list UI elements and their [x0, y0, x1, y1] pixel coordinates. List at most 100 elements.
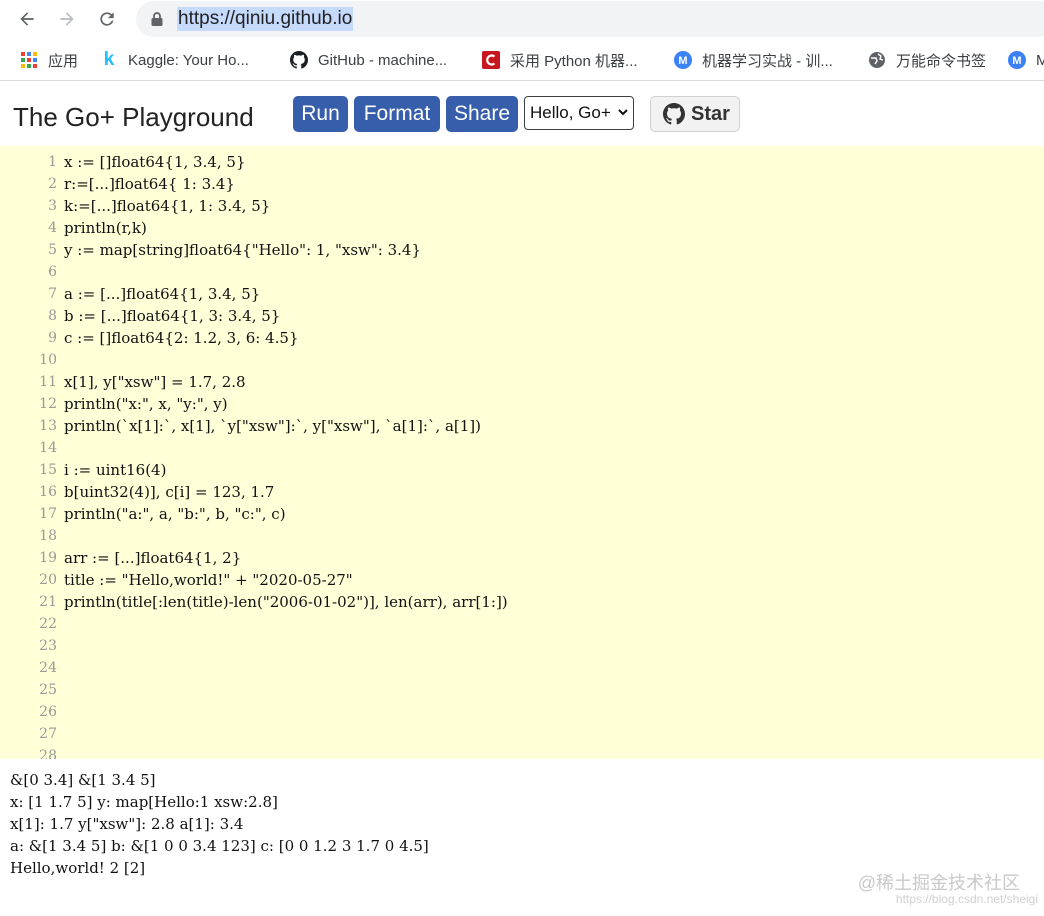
code-line[interactable]: 23: [0, 635, 1044, 657]
example-select[interactable]: Hello, Go+: [524, 96, 634, 130]
code-line[interactable]: 8 b := [...]float64{1, 3: 3.4, 5}: [0, 305, 1044, 327]
code-line[interactable]: 26: [0, 701, 1044, 723]
code-text[interactable]: println(title[:len(title)-len("2006-01-0…: [64, 591, 508, 613]
code-line[interactable]: 17 println("a:", a, "b:", b, "c:", c): [0, 503, 1044, 525]
format-button[interactable]: Format: [354, 96, 440, 132]
bookmark-label: Kaggle: Your Ho...: [128, 51, 249, 69]
code-text[interactable]: println(r,k): [64, 217, 147, 239]
code-line[interactable]: 5 y := map[string]float64{"Hello": 1, "xs…: [0, 239, 1044, 261]
output-line: a: &[1 3.4 5] b: &[1 0 0 3.4 123] c: [0 …: [10, 837, 429, 855]
code-line[interactable]: 9 c := []float64{2: 1.2, 3, 6: 4.5}: [0, 327, 1044, 349]
code-line[interactable]: 3 k:=[...]float64{1, 1: 3.4, 5}: [0, 195, 1044, 217]
code-text[interactable]: b[uint32(4)], c[i] = 123, 1.7: [64, 481, 274, 503]
code-text[interactable]: r:=[...]float64{ 1: 3.4}: [64, 173, 235, 195]
line-number: 13: [39, 418, 57, 434]
apps-grid-icon: [20, 51, 38, 69]
code-text[interactable]: y := map[string]float64{"Hello": 1, "xsw…: [64, 239, 421, 261]
code-text[interactable]: println("x:", x, "y:", y): [64, 393, 228, 415]
line-number: 26: [39, 704, 57, 720]
code-line[interactable]: 12 println("x:", x, "y:", y): [0, 393, 1044, 415]
code-text[interactable]: k:=[...]float64{1, 1: 3.4, 5}: [64, 195, 270, 217]
code-line[interactable]: 21 println(title[:len(title)-len("2006-01…: [0, 591, 1044, 613]
code-line[interactable]: 24: [0, 657, 1044, 679]
reload-button[interactable]: [94, 6, 120, 32]
bookmark-apps[interactable]: 应用: [20, 49, 78, 71]
code-line[interactable]: 22: [0, 613, 1044, 635]
code-line[interactable]: 6: [0, 261, 1044, 283]
code-text[interactable]: a := [...]float64{1, 3.4, 5}: [64, 283, 260, 305]
output-panel: @稀土掘金技术社区 https://blog.csdn.net/sheigi &…: [0, 759, 1044, 916]
line-number: 8: [48, 308, 57, 324]
github-icon: [663, 103, 685, 125]
code-text[interactable]: b := [...]float64{1, 3: 3.4, 5}: [64, 305, 280, 327]
line-number: 11: [39, 374, 57, 390]
code-text[interactable]: arr := [...]float64{1, 2}: [64, 547, 241, 569]
code-line[interactable]: 11 x[1], y["xsw"] = 1.7, 2.8: [0, 371, 1044, 393]
page-title: The Go+ Playground: [13, 102, 254, 132]
line-number: 2: [48, 176, 57, 192]
output-line: x: [1 1.7 5] y: map[Hello:1 xsw:2.8]: [10, 793, 278, 811]
code-line[interactable]: 7 a := [...]float64{1, 3.4, 5}: [0, 283, 1044, 305]
reload-icon: [100, 12, 114, 26]
code-line[interactable]: 25: [0, 679, 1044, 701]
code-text[interactable]: x[1], y["xsw"] = 1.7, 2.8: [64, 371, 246, 393]
line-number: 21: [39, 594, 57, 610]
code-line[interactable]: 18: [0, 525, 1044, 547]
code-line[interactable]: 13 println(`x[1]:`, x[1], `y["xsw"]:`, y[…: [0, 415, 1044, 437]
url-text[interactable]: https://qiniu.github.io: [177, 7, 354, 31]
code-editor[interactable]: 1 x := []float64{1, 3.4, 5} 2 r:=[...]float…: [0, 146, 1044, 759]
line-number: 5: [48, 242, 57, 258]
bookmark-csdn[interactable]: 采用 Python 机器...: [482, 49, 638, 71]
line-number: 22: [39, 616, 57, 632]
forward-arrow-icon: [60, 12, 74, 26]
code-line[interactable]: 14: [0, 437, 1044, 459]
back-arrow-icon: [20, 12, 34, 26]
globe-icon: [868, 51, 886, 69]
code-line[interactable]: 10: [0, 349, 1044, 371]
run-button[interactable]: Run: [293, 96, 348, 132]
code-line[interactable]: 2 r:=[...]float64{ 1: 3.4}: [0, 173, 1044, 195]
back-button[interactable]: [14, 6, 40, 32]
line-number: 15: [39, 462, 57, 478]
address-bar[interactable]: https://qiniu.github.io: [136, 1, 1044, 37]
line-number: 23: [39, 638, 57, 654]
code-text[interactable]: println(`x[1]:`, x[1], `y["xsw"]:`, y["x…: [64, 415, 481, 437]
code-line[interactable]: 27: [0, 723, 1044, 745]
code-text[interactable]: println("a:", a, "b:", b, "c:", c): [64, 503, 286, 525]
code-line[interactable]: 28: [0, 745, 1044, 759]
output-line: &[0 3.4] &[1 3.4 5]: [10, 771, 156, 789]
code-line[interactable]: 19 arr := [...]float64{1, 2}: [0, 547, 1044, 569]
code-line[interactable]: 15 i := uint16(4): [0, 459, 1044, 481]
line-number: 6: [48, 264, 57, 280]
star-label: Star: [691, 102, 730, 125]
lock-icon: [150, 11, 164, 27]
code-line[interactable]: 4 println(r,k): [0, 217, 1044, 239]
code-line[interactable]: 20 title := "Hello,world!" + "2020-05-27": [0, 569, 1044, 591]
bookmark-github[interactable]: GitHub - machine...: [290, 49, 447, 71]
code-text[interactable]: x := []float64{1, 3.4, 5}: [64, 151, 246, 173]
bookmark-label: GitHub - machine...: [318, 51, 448, 69]
line-number: 19: [39, 550, 57, 566]
line-number: 24: [39, 660, 57, 676]
code-text[interactable]: title := "Hello,world!" + "2020-05-27": [64, 569, 353, 591]
code-line[interactable]: 16 b[uint32(4)], c[i] = 123, 1.7: [0, 481, 1044, 503]
forward-button[interactable]: [54, 6, 80, 32]
share-button[interactable]: Share: [446, 96, 518, 132]
bookmark-commands[interactable]: 万能命令书签: [868, 49, 986, 71]
code-text[interactable]: i := uint16(4): [64, 459, 166, 481]
line-number: 9: [48, 330, 57, 346]
bookmark-kaggle[interactable]: k Kaggle: Your Ho...: [100, 49, 249, 71]
bookmark-label: 采用 Python 机器...: [510, 52, 638, 70]
github-star-button[interactable]: Star: [650, 96, 740, 132]
line-number: 17: [39, 506, 57, 522]
code-text[interactable]: c := []float64{2: 1.2, 3, 6: 4.5}: [64, 327, 299, 349]
line-number: 20: [39, 572, 57, 588]
bookmark-m[interactable]: M M: [1008, 49, 1044, 71]
watermark-url: https://blog.csdn.net/sheigi: [895, 892, 1038, 906]
example-selected-value: Hello, Go+: [530, 103, 611, 122]
line-number: 25: [39, 682, 57, 698]
code-line[interactable]: 1 x := []float64{1, 3.4, 5}: [0, 151, 1044, 173]
line-number: 10: [39, 352, 57, 368]
line-number: 16: [39, 484, 57, 500]
bookmark-ml-practice[interactable]: M 机器学习实战 - 训...: [674, 49, 833, 71]
